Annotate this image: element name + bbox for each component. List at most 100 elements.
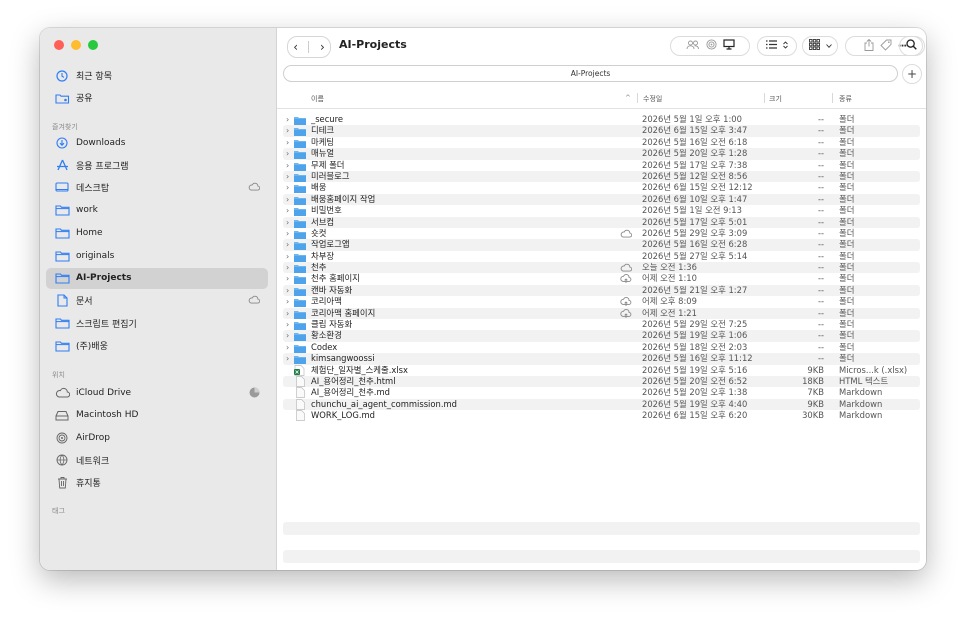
file-row[interactable]: › 숏컷 2026년 5월 29일 오후 3:09 -- 폴더 [283, 228, 920, 239]
sidebar-item-icloud-drive[interactable]: iCloud Drive [46, 382, 268, 403]
disclosure-chevron-icon[interactable]: › [286, 330, 289, 341]
document-file-icon [296, 410, 308, 422]
column-divider[interactable] [764, 93, 765, 103]
column-name-header[interactable]: 이름 [311, 94, 324, 104]
column-kind-header[interactable]: 종류 [839, 94, 852, 104]
file-row[interactable]: › 천추 홈페이지 어제 오전 1:10 -- 폴더 [283, 273, 920, 285]
display-icon[interactable] [722, 39, 735, 53]
disclosure-chevron-icon[interactable]: › [286, 342, 289, 353]
file-row[interactable]: › 캔바 자동화 2026년 5월 21일 오후 1:27 -- 폴더 [283, 284, 920, 297]
file-kind: 폴더 [839, 148, 855, 159]
disclosure-chevron-icon[interactable]: › [286, 262, 289, 273]
sidebar-item-스크립트-편집기[interactable]: 스크립트 편집기 [46, 313, 268, 334]
sidebar-item-문서[interactable]: 문서 [46, 290, 268, 311]
file-row[interactable]: › 클립 자동화 2026년 5월 29일 오전 7:25 -- 폴더 [283, 319, 920, 331]
disclosure-chevron-icon[interactable]: › [286, 251, 289, 262]
sidebar-item-label: 응용 프로그램 [76, 161, 129, 172]
folder-icon [294, 196, 306, 205]
disclosure-chevron-icon[interactable]: › [286, 353, 289, 364]
back-button[interactable]: ‹ [293, 41, 298, 53]
file-row[interactable]: › 서브컴 2026년 5월 17일 오후 5:01 -- 폴더 [283, 216, 920, 228]
file-row[interactable]: AI_용어정리_천추.md 2026년 5월 20일 오후 1:38 7KB Mark… [283, 387, 920, 399]
file-row[interactable]: › 마케팅 2026년 5월 16일 오전 6:18 -- 폴더 [283, 137, 920, 148]
file-row[interactable]: › 천추 오늘 오전 1:36 -- 폴더 [283, 262, 920, 274]
file-row[interactable]: › 코리아맥 홈페이지 어제 오전 1:21 -- 폴더 [283, 307, 920, 320]
disclosure-chevron-icon[interactable]: › [286, 171, 289, 182]
file-row[interactable]: › 디테크 2026년 6월 15일 오후 3:47 -- 폴더 [283, 125, 920, 137]
disclosure-chevron-icon[interactable]: › [286, 114, 289, 125]
file-row[interactable]: › _secure 2026년 5월 1일 오후 1:00 -- 폴더 [283, 114, 920, 125]
document-file-icon [296, 398, 308, 410]
folder-icon [54, 271, 70, 285]
file-row[interactable]: › 배웅홈페이지 작업 2026년 6월 10일 오후 1:47 -- 폴더 [283, 193, 920, 206]
sidebar-item-label: work [76, 205, 98, 216]
file-row[interactable]: AI_용어정리_천추.html 2026년 5월 20일 오전 6:52 18KB H… [283, 375, 920, 388]
disclosure-chevron-icon[interactable]: › [286, 160, 289, 171]
column-divider[interactable] [832, 93, 833, 103]
disclosure-chevron-icon[interactable]: › [286, 285, 289, 296]
sidebar-item-macintosh-hd[interactable]: Macintosh HD [46, 405, 268, 426]
disclosure-chevron-icon[interactable]: › [286, 308, 289, 319]
view-mode-button[interactable] [757, 36, 797, 56]
column-divider[interactable] [637, 93, 638, 103]
file-row[interactable]: › kimsangwoossi 2026년 5월 16일 오후 11:12 -- 폴더 [283, 353, 920, 365]
file-row[interactable]: WORK_LOG.md 2026년 6월 15일 오후 6:20 30KB Markd… [283, 410, 920, 422]
path-bar[interactable]: AI-Projects [283, 65, 898, 82]
disclosure-chevron-icon[interactable]: › [286, 148, 289, 159]
sidebar-item-데스크탑[interactable]: 데스크탑 [46, 177, 268, 198]
column-modified-header[interactable]: 수정일 [643, 94, 662, 104]
disclosure-chevron-icon[interactable]: › [286, 125, 289, 136]
file-size: -- [817, 205, 824, 216]
forward-button[interactable]: › [320, 41, 325, 53]
sidebar-item-label: 스크립트 편집기 [76, 319, 137, 330]
file-row[interactable]: › Codex 2026년 5월 18일 오전 2:03 -- 폴더 [283, 342, 920, 353]
file-row[interactable]: › 매뉴얼 2026년 5월 20일 오후 1:28 -- 폴더 [283, 148, 920, 160]
people-icon[interactable] [686, 40, 700, 53]
file-row[interactable]: 체험단_일자별_스케줄.xlsx 2026년 5월 19일 오후 5:16 9KB M… [283, 365, 920, 376]
sidebar-item--주-배웅[interactable]: (주)배웅 [46, 335, 268, 356]
sidebar-item-shared[interactable]: 공유 [46, 87, 268, 108]
file-row[interactable]: › 작업로그앱 2026년 5월 16일 오전 6:28 -- 폴더 [283, 239, 920, 251]
group-by-button[interactable] [802, 36, 838, 56]
disclosure-chevron-icon[interactable]: › [286, 319, 289, 330]
column-size-header[interactable]: 크기 [769, 94, 782, 104]
sidebar-item-label: 공유 [76, 94, 93, 104]
disclosure-chevron-icon[interactable]: › [286, 205, 289, 216]
tag-icon[interactable] [880, 39, 892, 54]
zoom-button[interactable] [88, 40, 98, 50]
airdrop-toolbar-icon[interactable] [705, 39, 717, 53]
file-row[interactable]: › 코리아맥 어제 오후 8:09 -- 폴더 [283, 296, 920, 308]
disclosure-chevron-icon[interactable]: › [286, 239, 289, 250]
sidebar-item-네트워크[interactable]: 네트워크 [46, 450, 268, 471]
disclosure-chevron-icon[interactable]: › [286, 137, 289, 148]
share-icon[interactable] [864, 38, 874, 54]
file-row[interactable]: › 차부장 2026년 5월 27일 오후 5:14 -- 폴더 [283, 251, 920, 262]
disclosure-chevron-icon[interactable]: › [286, 217, 289, 228]
disclosure-chevron-icon[interactable]: › [286, 182, 289, 193]
file-row[interactable]: › 황소환경 2026년 5월 19일 오후 1:06 -- 폴더 [283, 330, 920, 342]
minimize-button[interactable] [71, 40, 81, 50]
file-row[interactable]: › 무제 폴더 2026년 5월 17일 오후 7:38 -- 폴더 [283, 160, 920, 171]
document-icon [54, 294, 70, 308]
applications-icon [54, 158, 70, 172]
file-row[interactable]: › 비밀번호 2026년 5월 1일 오전 9:13 -- 폴더 [283, 205, 920, 217]
disclosure-chevron-icon[interactable]: › [286, 228, 289, 239]
disclosure-chevron-icon[interactable]: › [286, 296, 289, 307]
sidebar-item-downloads[interactable]: Downloads [46, 132, 268, 153]
sidebar-item-home[interactable]: Home [46, 222, 268, 243]
file-row[interactable]: chunchu_ai_agent_commission.md 2026년 5월 1… [283, 398, 920, 411]
sidebar-item-휴지통[interactable]: 휴지통 [46, 472, 268, 493]
sidebar-item-응용-프로그램[interactable]: 응용 프로그램 [46, 155, 268, 176]
file-row[interactable]: › 배웅 2026년 6월 15일 오전 12:12 -- 폴더 [283, 182, 920, 194]
disclosure-chevron-icon[interactable]: › [286, 194, 289, 205]
file-row[interactable]: › 미러블로그 2026년 5월 12일 오전 8:56 -- 폴더 [283, 170, 920, 183]
sidebar-item-recent[interactable]: 최근 항목 [46, 65, 268, 86]
close-button[interactable] [54, 40, 64, 50]
sidebar-item-airdrop[interactable]: AirDrop [46, 427, 268, 448]
search-button[interactable] [899, 36, 923, 56]
add-tab-button[interactable]: + [902, 64, 922, 84]
sidebar-item-originals[interactable]: originals [46, 245, 268, 266]
disclosure-chevron-icon[interactable]: › [286, 273, 289, 284]
sidebar-item-work[interactable]: work [46, 200, 268, 221]
sidebar-item-ai-projects[interactable]: AI-Projects [46, 267, 268, 289]
